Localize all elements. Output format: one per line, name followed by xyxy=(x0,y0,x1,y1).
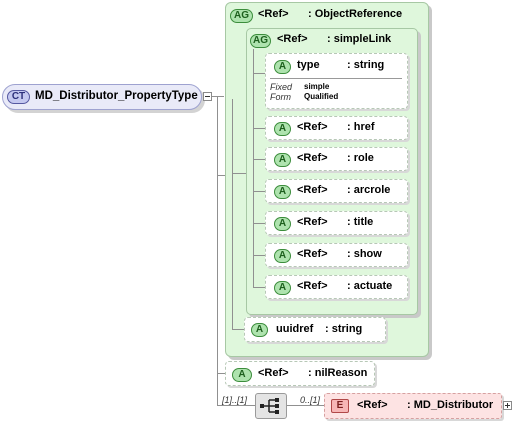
attribute-type: : string xyxy=(347,59,385,71)
attribute-badge: A xyxy=(251,323,268,337)
attribute-badge: A xyxy=(274,60,291,74)
fixed-label: Fixed xyxy=(270,82,293,92)
complex-type-badge: CT xyxy=(7,90,30,104)
collapse-icon[interactable] xyxy=(203,92,212,101)
element-badge: E xyxy=(331,399,349,413)
attribute-ref: <Ref> xyxy=(297,184,328,196)
sequence-multiplicity: [1]..[1] xyxy=(222,395,248,405)
attribute-ref: <Ref> xyxy=(297,248,328,260)
attribute-type: : title xyxy=(347,216,374,228)
group-type-label: : simpleLink xyxy=(327,33,392,45)
form-label: Form xyxy=(270,92,291,102)
attribute-type: : show xyxy=(347,248,382,260)
attribute-type: : actuate xyxy=(347,280,393,292)
attribute-type: : nilReason xyxy=(308,367,368,379)
href-attribute[interactable]: A <Ref> : href xyxy=(265,116,408,140)
uuidref-attribute[interactable]: A uuidref : string xyxy=(244,317,386,342)
attribute-badge: A xyxy=(274,249,291,263)
nil-reason-attribute[interactable]: A <Ref> : nilReason xyxy=(225,361,375,386)
expand-icon[interactable] xyxy=(503,401,512,410)
arcrole-attribute[interactable]: A <Ref> : arcrole xyxy=(265,179,408,203)
element-type: : MD_Distributor xyxy=(407,399,494,411)
complex-type-name: MD_Distributor_PropertyType xyxy=(35,90,198,102)
attribute-badge: A xyxy=(274,185,291,199)
fixed-value: simple xyxy=(304,82,330,91)
element-multiplicity: 0..[1] xyxy=(300,395,321,405)
group-ref-label: <Ref> xyxy=(277,33,308,45)
attribute-badge: A xyxy=(274,153,291,167)
role-attribute[interactable]: A <Ref> : role xyxy=(265,147,408,171)
attribute-group-badge: AG xyxy=(230,9,253,23)
attribute-name: type xyxy=(297,59,320,71)
type-attribute[interactable]: A type : string Fixed Form simple Qualif… xyxy=(265,53,408,109)
attribute-badge: A xyxy=(274,122,291,136)
attribute-ref: <Ref> xyxy=(297,280,328,292)
attribute-type: : role xyxy=(347,152,374,164)
sequence-icon xyxy=(260,398,279,414)
sequence-compositor[interactable] xyxy=(255,393,287,419)
show-attribute[interactable]: A <Ref> : show xyxy=(265,243,408,267)
attribute-group-badge: AG xyxy=(250,34,271,48)
group-type-label: : ObjectReference xyxy=(308,8,403,20)
attribute-type: : string xyxy=(325,323,363,335)
attribute-ref: <Ref> xyxy=(258,367,289,379)
attribute-type: : href xyxy=(347,121,375,133)
attribute-badge: A xyxy=(274,217,291,231)
attribute-ref: <Ref> xyxy=(297,121,328,133)
md-distributor-element[interactable]: E <Ref> : MD_Distributor xyxy=(324,393,502,419)
attribute-badge: A xyxy=(232,368,252,382)
form-value: Qualified xyxy=(304,92,339,101)
title-attribute[interactable]: A <Ref> : title xyxy=(265,211,408,235)
complex-type-node[interactable]: CT MD_Distributor_PropertyType xyxy=(2,84,202,110)
separator xyxy=(270,78,402,79)
attribute-type: : arcrole xyxy=(347,184,391,196)
element-ref: <Ref> xyxy=(357,399,388,411)
actuate-attribute[interactable]: A <Ref> : actuate xyxy=(265,275,408,299)
attribute-badge: A xyxy=(274,281,291,295)
attribute-name: uuidref xyxy=(276,323,314,335)
attribute-ref: <Ref> xyxy=(297,216,328,228)
attribute-ref: <Ref> xyxy=(297,152,328,164)
group-ref-label: <Ref> xyxy=(258,8,289,20)
